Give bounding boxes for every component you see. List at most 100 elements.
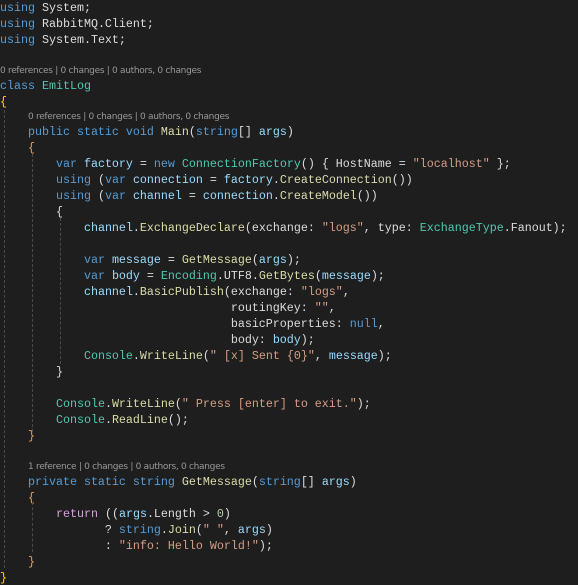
code-line: Console.ReadLine();	[0, 412, 578, 428]
code-token: ())	[391, 173, 413, 187]
code-token: ?	[0, 523, 119, 537]
code-token: Console	[83, 349, 133, 363]
code-token: .	[104, 397, 112, 411]
code-token: public static void	[27, 125, 161, 139]
code-token: ,	[342, 285, 350, 299]
indent-guide	[4, 110, 5, 568]
code-token: string	[118, 523, 161, 537]
code-token: connection	[202, 189, 273, 203]
code-token: };	[489, 157, 511, 171]
code-token: );	[300, 333, 315, 347]
code-token: }	[0, 571, 7, 585]
code-token: (	[202, 349, 210, 363]
indent-guide	[32, 502, 33, 552]
code-token: ,	[328, 301, 336, 315]
code-line: basicProperties: null,	[0, 316, 578, 332]
code-token: using	[0, 33, 35, 47]
code-token: );	[356, 397, 371, 411]
code-token: {	[0, 95, 7, 109]
code-token: Join	[167, 523, 196, 537]
code-line: }	[0, 364, 578, 380]
code-token: new	[153, 157, 182, 171]
code-line: }	[0, 428, 578, 444]
code-token: using	[55, 173, 91, 187]
code-token: .	[104, 413, 112, 427]
code-token: Encoding	[160, 269, 217, 283]
code-token: using	[55, 189, 91, 203]
code-token: (exchange:	[244, 221, 322, 235]
code-token: var	[104, 173, 133, 187]
code-area[interactable]: using System; using RabbitMQ.Client; using…	[0, 0, 578, 585]
code-token: args	[258, 125, 287, 139]
code-token: null	[349, 317, 378, 331]
code-token: ConnectionFactory	[181, 157, 301, 171]
code-line: Console.WriteLine(" Press [enter] to exi…	[0, 396, 578, 412]
code-token: message	[111, 253, 161, 267]
code-token: body:	[0, 333, 273, 347]
code-token: GetBytes	[258, 269, 315, 283]
code-token: 0	[216, 507, 224, 521]
code-token: Console	[55, 397, 105, 411]
code-line: {	[0, 140, 578, 156]
code-token: "logs"	[321, 221, 364, 235]
code-line: Console.WriteLine(" [x] Sent {0}", messa…	[0, 348, 578, 364]
code-token: ())	[356, 189, 378, 203]
code-line: public static void Main(string[] args)	[0, 124, 578, 140]
code-line: var message = GetMessage(args);	[0, 252, 578, 268]
code-line: {	[0, 490, 578, 506]
code-line: class EmitLog	[0, 78, 578, 94]
indent-guide	[60, 218, 61, 364]
code-token: .Fanout);	[503, 221, 567, 235]
code-token: string	[258, 475, 301, 489]
code-token: string	[195, 125, 238, 139]
code-token: message	[328, 349, 378, 363]
code-line: return ((args.Length > 0)	[0, 506, 578, 522]
code-token: (	[314, 269, 322, 283]
code-line: routingKey: "",	[0, 300, 578, 316]
code-line: }	[0, 570, 578, 585]
code-token: (	[174, 397, 182, 411]
code-token: () { HostName =	[300, 157, 413, 171]
code-token: .UTF8.	[216, 269, 259, 283]
code-token: (	[90, 173, 105, 187]
code-token: {	[27, 141, 35, 155]
code-token: WriteLine	[111, 397, 175, 411]
codelens-info: 0 references | 0 changes | 0 authors, 0 …	[28, 112, 230, 122]
code-token: args	[237, 523, 266, 537]
code-token: ,	[223, 523, 238, 537]
code-line: using (var connection = factory.CreateCo…	[0, 172, 578, 188]
code-token: RabbitMQ.Client;	[34, 17, 154, 31]
code-token: =	[202, 173, 224, 187]
code-token: channel	[83, 221, 133, 235]
code-line: }	[0, 554, 578, 570]
code-token: routingKey:	[0, 301, 315, 315]
code-token: , type:	[363, 221, 420, 235]
code-token: :	[0, 539, 119, 553]
code-token: args	[118, 507, 147, 521]
indent-guide	[32, 154, 33, 432]
code-token: (	[188, 125, 196, 139]
code-token: factory	[83, 157, 133, 171]
code-token: using	[0, 17, 35, 31]
code-token: []	[300, 475, 322, 489]
code-token: Main	[160, 125, 189, 139]
code-line: : "info: Hello World!");	[0, 538, 578, 554]
codelens-info: 0 references | 0 changes | 0 authors, 0 …	[0, 66, 202, 76]
code-token: var	[104, 189, 133, 203]
code-editor[interactable]: using System; using RabbitMQ.Client; using…	[0, 0, 578, 585]
code-token: (	[251, 253, 259, 267]
